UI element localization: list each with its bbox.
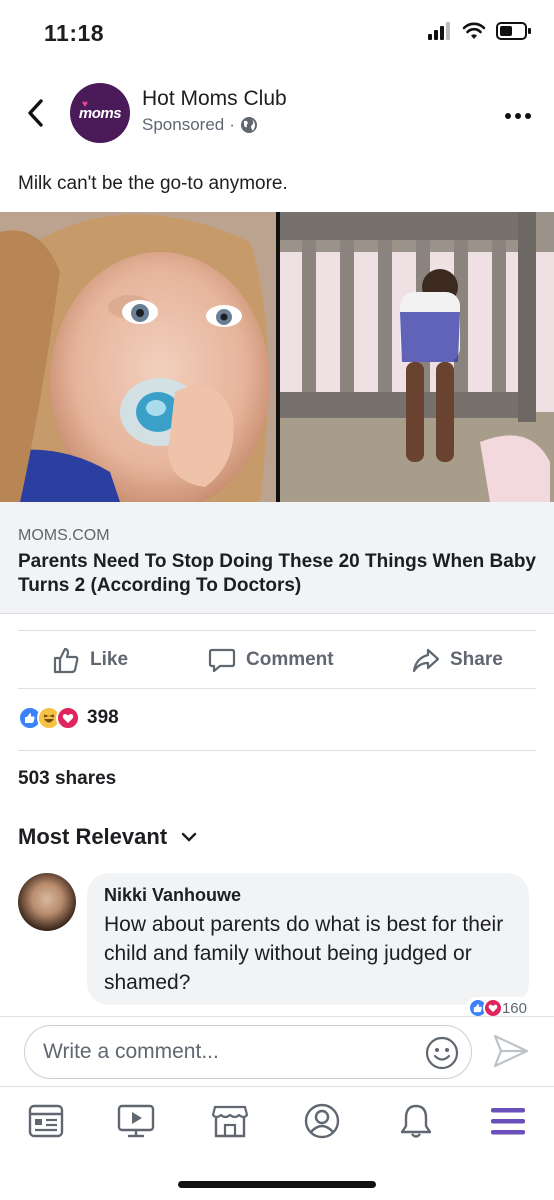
- commenter-avatar[interactable]: [18, 873, 76, 931]
- divider: [18, 630, 536, 631]
- separator-dot: ·: [229, 115, 235, 134]
- comment-input[interactable]: Write a comment...: [24, 1025, 472, 1079]
- comment-text: How about parents do what is best for th…: [104, 913, 504, 994]
- smiley-icon: [425, 1036, 459, 1070]
- comment-author[interactable]: Nikki Vanhouwe: [104, 885, 241, 906]
- back-chevron-icon: [28, 99, 43, 127]
- post-header: ♥ moms Hot Moms Club Sponsored ·: [0, 78, 554, 148]
- link-preview[interactable]: MOMS.COM Parents Need To Stop Doing Thes…: [0, 502, 554, 614]
- comment-bubble[interactable]: Nikki Vanhouwe How about parents do what…: [87, 873, 531, 1019]
- more-dots-icon: [505, 113, 531, 119]
- emoji-button[interactable]: [425, 1036, 459, 1075]
- share-label: Share: [450, 649, 503, 670]
- menu-icon: [491, 1108, 525, 1135]
- tab-news-feed[interactable]: [26, 1101, 66, 1141]
- news-feed-icon: [28, 1104, 64, 1138]
- shares-count[interactable]: 503 shares: [18, 768, 116, 790]
- tab-profile[interactable]: [302, 1101, 342, 1141]
- love-reaction-icon: [56, 706, 80, 730]
- heart-logo-icon: ♥: [82, 99, 88, 110]
- status-time: 11:18: [44, 20, 105, 46]
- status-bar: 11:18: [0, 0, 554, 70]
- share-button[interactable]: Share: [412, 646, 503, 674]
- profile-icon: [304, 1103, 340, 1139]
- comment-sort-selector[interactable]: Most Relevant: [18, 824, 197, 850]
- wifi-icon: [462, 22, 486, 39]
- tab-marketplace[interactable]: [210, 1101, 250, 1141]
- send-icon: [493, 1034, 529, 1068]
- comment-label: Comment: [246, 649, 334, 670]
- like-label: Like: [90, 649, 129, 670]
- battery-icon: [496, 22, 531, 40]
- child-pacifier-photo: [0, 212, 276, 502]
- back-button[interactable]: [22, 96, 48, 130]
- globe-icon: [240, 117, 257, 133]
- home-indicator: [178, 1181, 376, 1188]
- chevron-down-icon: [181, 832, 197, 842]
- toddler-crib-photo: [280, 212, 554, 502]
- tab-notifications[interactable]: [396, 1101, 436, 1141]
- link-title: Parents Need To Stop Doing These 20 Thin…: [18, 551, 536, 596]
- bottom-tab-bar: [0, 1086, 554, 1154]
- post-caption: Milk can't be the go-to anymore.: [18, 173, 288, 194]
- comment-placeholder: Write a comment...: [43, 1040, 219, 1063]
- more-options-button[interactable]: [504, 100, 532, 126]
- share-arrow-icon: [412, 648, 440, 673]
- post-image[interactable]: [0, 212, 554, 502]
- signal-icon: [428, 22, 450, 40]
- page-name[interactable]: Hot Moms Club: [142, 87, 287, 111]
- tab-menu[interactable]: [488, 1101, 528, 1141]
- sponsored-label: Sponsored: [142, 115, 225, 134]
- thumbs-up-icon: [53, 647, 79, 674]
- divider: [18, 688, 536, 689]
- tab-watch[interactable]: [116, 1101, 156, 1141]
- marketplace-icon: [211, 1105, 249, 1138]
- reactions-summary[interactable]: 398: [18, 706, 119, 730]
- send-button[interactable]: [492, 1033, 530, 1074]
- status-icons: [428, 22, 532, 40]
- sort-label: Most Relevant: [18, 824, 168, 849]
- watch-icon: [117, 1104, 155, 1138]
- comment-button[interactable]: Comment: [208, 646, 334, 674]
- notifications-icon: [400, 1104, 432, 1138]
- love-reaction-icon: [482, 998, 503, 1018]
- page-avatar[interactable]: ♥ moms: [70, 83, 130, 143]
- comment-reaction-count: 160: [501, 999, 527, 1017]
- reaction-count: 398: [87, 707, 119, 728]
- link-domain: MOMS.COM: [18, 527, 110, 544]
- comment-bubble-icon: [208, 648, 236, 673]
- divider: [18, 750, 536, 751]
- post-actions: Like Comment Share: [0, 632, 554, 688]
- sponsored-row: Sponsored ·: [142, 115, 258, 135]
- comment-composer: Write a comment...: [0, 1016, 554, 1086]
- like-button[interactable]: Like: [52, 646, 128, 674]
